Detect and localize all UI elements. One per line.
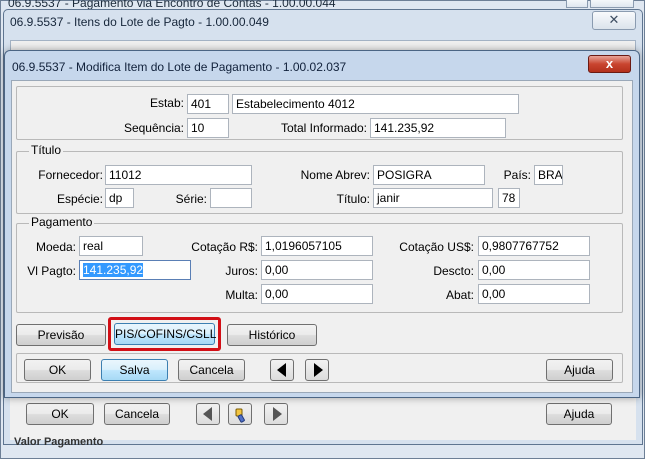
dialog-prev-button[interactable] xyxy=(270,359,294,381)
nome-abrev-field[interactable]: POSIGRA xyxy=(373,165,485,185)
vl-pagto-field[interactable]: 141.235,92 xyxy=(79,260,191,280)
abat-field[interactable]: 0,00 xyxy=(478,284,590,304)
multa-field[interactable]: 0,00 xyxy=(261,284,373,304)
dialog-ajuda-button[interactable]: Ajuda xyxy=(546,359,613,381)
sequencia-field[interactable]: 10 xyxy=(187,118,229,138)
items-help-button[interactable]: Ajuda xyxy=(546,403,612,425)
items-window-close-button[interactable]: ✕ xyxy=(592,11,636,30)
total-informado-label: Total Informado: xyxy=(280,121,367,135)
parcela-field[interactable]: 78 xyxy=(498,188,520,208)
arrow-left-icon xyxy=(277,363,286,377)
dialog-close-button[interactable]: x xyxy=(588,55,631,73)
nome-abrev-label: Nome Abrev: xyxy=(300,168,370,182)
close-icon: x xyxy=(605,56,614,71)
abat-label: Abat: xyxy=(445,288,474,302)
items-prev-button[interactable] xyxy=(196,403,220,425)
cotacao-rs-label: Cotação R$: xyxy=(191,240,258,254)
fornecedor-field[interactable]: 11012 xyxy=(105,165,252,185)
pis-cofins-csll-button[interactable]: PIS/COFINS/CSLL xyxy=(114,323,216,345)
juros-label: Juros: xyxy=(225,264,258,278)
dialog-next-button[interactable] xyxy=(305,359,329,381)
moeda-label: Moeda: xyxy=(35,240,76,254)
estab-label: Estab: xyxy=(149,96,184,110)
arrow-right-icon xyxy=(314,363,323,377)
items-search-button[interactable] xyxy=(228,403,252,425)
fornecedor-label: Fornecedor: xyxy=(38,168,103,182)
cotacao-us-label: Cotação US$: xyxy=(399,240,474,254)
serie-field[interactable] xyxy=(210,188,252,208)
dialog-cancela-button[interactable]: Cancela xyxy=(178,359,245,381)
cotacao-rs-field[interactable]: 1,0196057105 xyxy=(261,236,373,256)
pais-field[interactable]: BRA xyxy=(534,165,563,185)
dialog-ok-button[interactable]: OK xyxy=(24,359,91,381)
status-label: Valor Pagamento xyxy=(14,436,104,448)
especie-field[interactable]: dp xyxy=(105,188,134,208)
items-ok-button[interactable]: OK xyxy=(26,403,94,425)
serie-label: Série: xyxy=(175,192,207,206)
sequencia-label: Sequência: xyxy=(123,121,184,135)
items-next-button[interactable] xyxy=(264,403,288,425)
descto-field[interactable]: 0,00 xyxy=(478,260,590,280)
back-window-close-button[interactable] xyxy=(590,0,634,8)
estab-name-field[interactable]: Estabelecimento 4012 xyxy=(232,94,519,114)
especie-label: Espécie: xyxy=(56,192,103,206)
vl-pagto-selected-text: 141.235,92 xyxy=(83,263,144,277)
titulo-field[interactable]: janir xyxy=(373,188,493,208)
arrow-right-icon xyxy=(273,407,282,421)
historico-button[interactable]: Histórico xyxy=(227,324,317,346)
moeda-field[interactable]: real xyxy=(79,236,143,256)
items-cancel-button[interactable]: Cancela xyxy=(104,403,170,425)
titulo-label: Título: xyxy=(336,192,370,206)
pais-label: País: xyxy=(503,168,531,182)
juros-field[interactable]: 0,00 xyxy=(261,260,373,280)
total-informado-field[interactable]: 141.235,92 xyxy=(370,118,506,138)
flashlight-icon xyxy=(235,408,245,423)
previsao-button[interactable]: Previsão xyxy=(16,324,106,346)
arrow-left-icon xyxy=(203,407,212,421)
titulo-group-label: Título xyxy=(29,143,64,157)
cotacao-us-field[interactable]: 0,9807767752 xyxy=(478,236,590,256)
pagamento-group-label: Pagamento xyxy=(29,215,95,229)
back-window-maximize-button[interactable] xyxy=(566,0,588,8)
multa-label: Multa: xyxy=(225,288,258,302)
items-window-title: 06.9.5537 - Itens do Lote de Pagto - 1.0… xyxy=(10,15,269,29)
dialog-title: 06.9.5537 - Modifica Item do Lote de Pag… xyxy=(12,60,347,74)
vl-pagto-label: Vl Pagto: xyxy=(27,264,76,278)
dialog-salva-button[interactable]: Salva xyxy=(101,359,168,381)
estab-code-field[interactable]: 401 xyxy=(187,94,229,114)
descto-label: Descto: xyxy=(433,264,474,278)
